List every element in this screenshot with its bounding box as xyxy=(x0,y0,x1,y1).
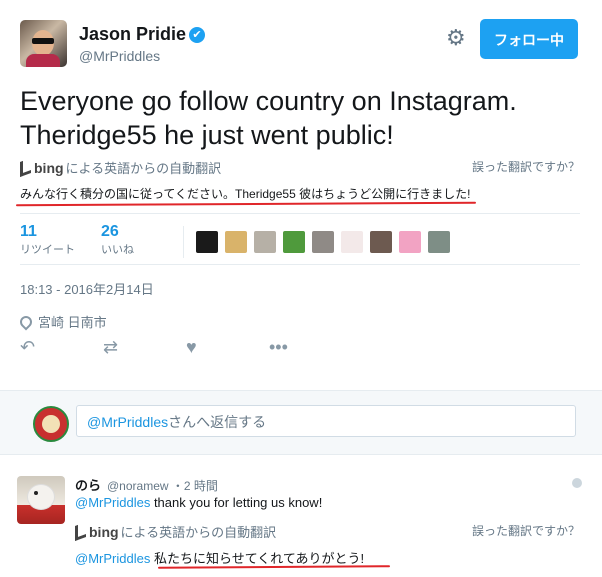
bing-logo-icon xyxy=(75,521,86,542)
reply-text-mention[interactable]: @MrPriddles xyxy=(75,495,150,510)
liker-avatar[interactable] xyxy=(312,231,334,253)
bing-label: bing xyxy=(89,523,119,540)
translation-note: による英語からの自動翻訳 xyxy=(65,161,222,176)
reply-mention: @MrPriddles xyxy=(87,414,169,430)
reply-author-name[interactable]: のら xyxy=(75,475,101,494)
reply-author-avatar[interactable] xyxy=(17,476,65,524)
stat-divider xyxy=(183,226,184,258)
bing-label: bing xyxy=(34,159,64,176)
reply-input[interactable]: @MrPriddlesさんへ返信する xyxy=(76,405,576,437)
liker-avatars xyxy=(196,231,450,253)
more-options-icon[interactable] xyxy=(572,478,582,488)
red-underline-annotation xyxy=(15,201,477,207)
divider xyxy=(20,213,580,214)
liker-avatar[interactable] xyxy=(196,231,218,253)
divider xyxy=(0,390,602,391)
reply-translation-attribution: bing による英語からの自動翻訳 xyxy=(75,521,277,542)
retweets-count: 11 xyxy=(20,223,37,240)
reply-translation-text: 私たちに知らせてくれてありがとう! xyxy=(153,551,365,566)
likes-count: 26 xyxy=(101,223,119,240)
reply-text-body: thank you for letting us know! xyxy=(150,495,323,510)
wrong-translation-link[interactable]: 誤った翻訳ですか？ xyxy=(472,158,580,175)
reply-translation-mention[interactable]: @MrPriddles xyxy=(75,551,150,566)
likes-stat[interactable]: 26 いいね xyxy=(101,223,134,257)
tweet-actions: ↶ ⇄ ♥ ••• xyxy=(20,337,352,358)
tweet-timestamp[interactable]: 18:13 - 2016年2月14日 xyxy=(20,279,154,298)
following-button[interactable]: フォロー中 xyxy=(480,19,578,59)
reply-author-handle-time[interactable]: @noramew ・2 時間 xyxy=(107,477,218,494)
divider xyxy=(0,454,602,455)
wrong-translation-link[interactable]: 誤った翻訳ですか？ xyxy=(472,522,580,539)
liker-avatar[interactable] xyxy=(225,231,247,253)
more-icon[interactable]: ••• xyxy=(269,337,352,358)
verified-badge-icon: ✔ xyxy=(189,27,205,43)
liker-avatar[interactable] xyxy=(254,231,276,253)
tweet-translation: みんな行く積分の国に従ってください。Theridge55 彼はちょうど公開に行き… xyxy=(20,187,471,201)
translation-attribution: bing による英語からの自動翻訳 xyxy=(20,157,222,178)
current-user-avatar xyxy=(33,406,69,442)
retweet-icon[interactable]: ⇄ xyxy=(103,337,186,358)
liker-avatar[interactable] xyxy=(428,231,450,253)
reply-text: @MrPriddles thank you for letting us kno… xyxy=(75,495,322,510)
red-underline-annotation xyxy=(157,565,391,569)
liker-avatar[interactable] xyxy=(370,231,392,253)
tweet-location[interactable]: 宮崎 日南市 xyxy=(17,312,107,331)
like-icon[interactable]: ♥ xyxy=(186,337,269,358)
reply-time[interactable]: ・2 時間 xyxy=(172,479,218,493)
location-pin-icon xyxy=(17,313,35,330)
translation-note: による英語からの自動翻訳 xyxy=(120,525,277,540)
reply-author-handle[interactable]: @noramew xyxy=(107,479,169,493)
reply-translation: @MrPriddles 私たちに知らせてくれてありがとう! xyxy=(75,548,364,567)
liker-avatar[interactable] xyxy=(399,231,421,253)
author-avatar[interactable] xyxy=(20,20,67,67)
gear-icon[interactable]: ⚙ xyxy=(446,27,466,49)
author-name[interactable]: Jason Pridie xyxy=(79,24,186,45)
reply-placeholder: さんへ返信する xyxy=(168,414,267,430)
tweet-text: Everyone go follow country on Instagram.… xyxy=(20,86,517,150)
author-handle[interactable]: @MrPriddles xyxy=(79,48,160,64)
location-label: 宮崎 日南市 xyxy=(38,315,107,330)
reply-icon[interactable]: ↶ xyxy=(20,337,103,358)
divider xyxy=(20,264,580,265)
retweets-stat[interactable]: 11 リツイート xyxy=(20,223,75,257)
liker-avatar[interactable] xyxy=(341,231,363,253)
retweets-label: リツイート xyxy=(20,244,75,256)
liker-avatar[interactable] xyxy=(283,231,305,253)
bing-logo-icon xyxy=(20,157,31,178)
likes-label: いいね xyxy=(101,244,134,256)
